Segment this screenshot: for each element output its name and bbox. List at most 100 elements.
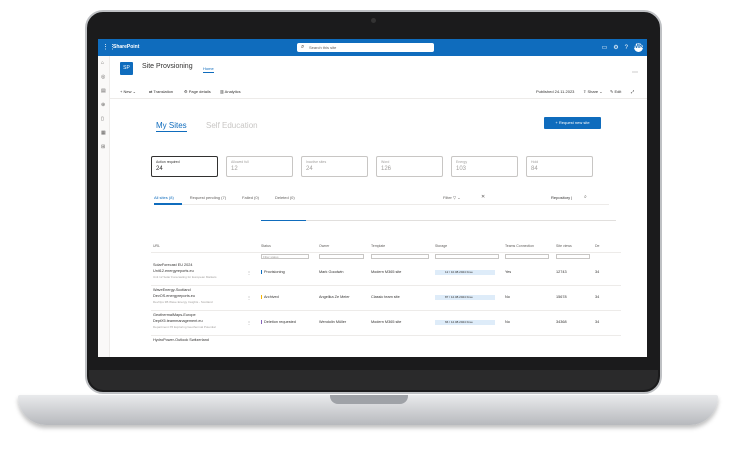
row-template: Modern M365 site (371, 320, 402, 324)
card-label: Inactive sites (306, 160, 327, 164)
card-label: Action required (156, 160, 180, 164)
document-icon[interactable]: ▯ (101, 116, 104, 122)
col-teams[interactable]: Teams Connection (505, 244, 534, 248)
filter-label: Filter (443, 195, 452, 200)
row-owner: Wendolin Müller (319, 320, 347, 324)
row-de: 34 (595, 295, 600, 299)
status-badge: Provisioning (261, 270, 285, 274)
tab-deleted[interactable]: Deleted (0) (275, 195, 295, 200)
create-icon[interactable]: ⊞ (101, 144, 105, 150)
col-de[interactable]: De (595, 244, 599, 248)
row-template: Classic team site (371, 295, 400, 299)
home-icon[interactable]: ⌂ (101, 60, 104, 66)
clear-filter-icon[interactable]: ✕ (481, 194, 485, 200)
col-template[interactable]: Template (371, 244, 385, 248)
site-title[interactable]: Site Provsioning (142, 63, 193, 70)
sites-icon[interactable]: ⊕ (101, 102, 105, 108)
grid-search-icon[interactable]: ⌕ (584, 194, 587, 200)
owner-filter-input[interactable] (319, 254, 364, 259)
expand-icon[interactable]: ⤢ (631, 89, 634, 94)
app-launcher-icon[interactable]: ⋮⋮ (102, 44, 116, 51)
tab-my-sites[interactable]: My Sites (156, 121, 187, 132)
card-label: Allowed full (231, 160, 249, 164)
list-icon[interactable]: ▦ (101, 130, 106, 136)
analytics-label: Analytics (224, 89, 241, 94)
row-more-icon[interactable]: ⋮ (247, 320, 251, 325)
storage-bar: 66 / 12.08.2024 Free (435, 320, 495, 325)
row-title: WaveEnergy-Scotland (153, 288, 191, 292)
repository-label: Repository (551, 195, 571, 200)
card-value: 126 (381, 166, 392, 172)
table-row[interactable]: WaveEnergy-Scotland DevOS.energyreports.… (151, 286, 621, 311)
row-url[interactable]: DeptX5.teammanagement.eu (153, 319, 203, 323)
row-teams: No (505, 295, 510, 299)
card-hold[interactable]: Hold 84 (526, 156, 593, 177)
table-row[interactable]: SolarForecast EU 2024 Unit12.energyrepor… (151, 261, 621, 286)
card-value: 24 (306, 166, 313, 172)
screen: ⋮⋮ SharePoint ⌕ Search this site ▭ ⚙ ? M… (98, 39, 647, 357)
storage-bar: 87 / 12.08.2024 Free (435, 295, 495, 300)
table-row[interactable]: HydroPower-Outlook Switzerland (151, 336, 621, 357)
storage-bar: 12 / 10.08.2024 Free (435, 270, 495, 275)
tab-self-education[interactable]: Self Education (206, 121, 258, 130)
row-views: 12743 (556, 270, 567, 274)
row-teams: No (505, 320, 510, 324)
page-details-button[interactable]: ⚙ Page details (184, 89, 211, 94)
teams-filter-input[interactable] (505, 254, 549, 259)
help-icon[interactable]: ? (625, 45, 628, 51)
views-filter-input[interactable] (556, 254, 590, 259)
row-url[interactable]: Unit12.energyreports.eu (153, 269, 194, 273)
chat-icon[interactable]: ▭ (602, 44, 608, 51)
card-energy[interactable]: Energy 103 (451, 156, 518, 177)
globe-icon[interactable]: ◎ (101, 74, 105, 80)
app-name[interactable]: SharePoint (113, 44, 139, 50)
col-owner[interactable]: Owner (319, 244, 329, 248)
request-new-site-button[interactable]: + Request new site (544, 117, 601, 129)
settings-icon[interactable]: ⚙ (613, 44, 618, 51)
storage-filter-input[interactable] (435, 254, 499, 259)
col-status[interactable]: Status (261, 244, 271, 248)
tab-all-sites[interactable]: All sites (8) (154, 195, 174, 200)
page-details-label: Page details (188, 89, 211, 94)
status-filter-input[interactable]: Filter status (261, 254, 309, 259)
row-url[interactable]: DevOS.energyreports.eu (153, 294, 195, 298)
card-allowed-full[interactable]: Allowed full 12 (226, 156, 293, 177)
table-row[interactable]: GeothermalMaps-Europe DeptX5.teammanagem… (151, 311, 621, 336)
more-icon[interactable]: ⋯ (632, 69, 638, 76)
analytics-button[interactable]: ▥ Analytics (220, 89, 241, 94)
card-value: 24 (156, 166, 163, 172)
grid-header: URL Status Owner Template Storage Teams … (151, 242, 621, 253)
nav-home-link[interactable]: Home (203, 66, 214, 73)
search-box[interactable]: ⌕ Search this site (297, 43, 434, 52)
new-button[interactable]: + New ⌄ (120, 89, 136, 94)
site-logo[interactable]: SP (120, 62, 133, 75)
col-url[interactable]: URL (153, 244, 160, 248)
repository-selector[interactable]: Repository | (551, 195, 572, 200)
feed-icon[interactable]: ▤ (101, 88, 106, 94)
template-filter-input[interactable] (371, 254, 429, 259)
tab-failed[interactable]: Failed (0) (242, 195, 259, 200)
card-label: Hold (531, 160, 539, 164)
row-title: SolarForecast EU 2024 (153, 263, 193, 267)
card-action-required[interactable]: Action required 24 (151, 156, 218, 177)
row-de: 34 (595, 320, 600, 324)
card-inactive-sites[interactable]: Inactive sites 24 (301, 156, 368, 177)
col-storage[interactable]: Storage (435, 244, 447, 248)
share-button[interactable]: ⇪ Share ⌄ (583, 89, 603, 94)
avatar[interactable]: MK (634, 43, 643, 52)
loading-track (261, 220, 616, 221)
filter-button[interactable]: Filter ▽ ⌄ (443, 195, 461, 200)
row-de: 34 (595, 270, 600, 274)
card-word[interactable]: Word 126 (376, 156, 443, 177)
sites-grid: URL Status Owner Template Storage Teams … (151, 242, 621, 357)
suite-actions: ▭ ⚙ ? MK (602, 43, 643, 52)
row-more-icon[interactable]: ⋮ (247, 270, 251, 275)
laptop-mockup: ⋮⋮ SharePoint ⌕ Search this site ▭ ⚙ ? M… (0, 0, 736, 455)
tab-request-pending[interactable]: Request pending (7) (190, 195, 226, 200)
row-more-icon[interactable]: ⋮ (247, 295, 251, 300)
col-site-views[interactable]: Site views (556, 244, 572, 248)
card-label: Energy (456, 160, 468, 164)
translation-button[interactable]: ⇄ Translation (149, 89, 173, 94)
row-owner: Angelika Ze Meier (319, 295, 350, 299)
edit-button[interactable]: ✎ Edit (610, 89, 621, 94)
